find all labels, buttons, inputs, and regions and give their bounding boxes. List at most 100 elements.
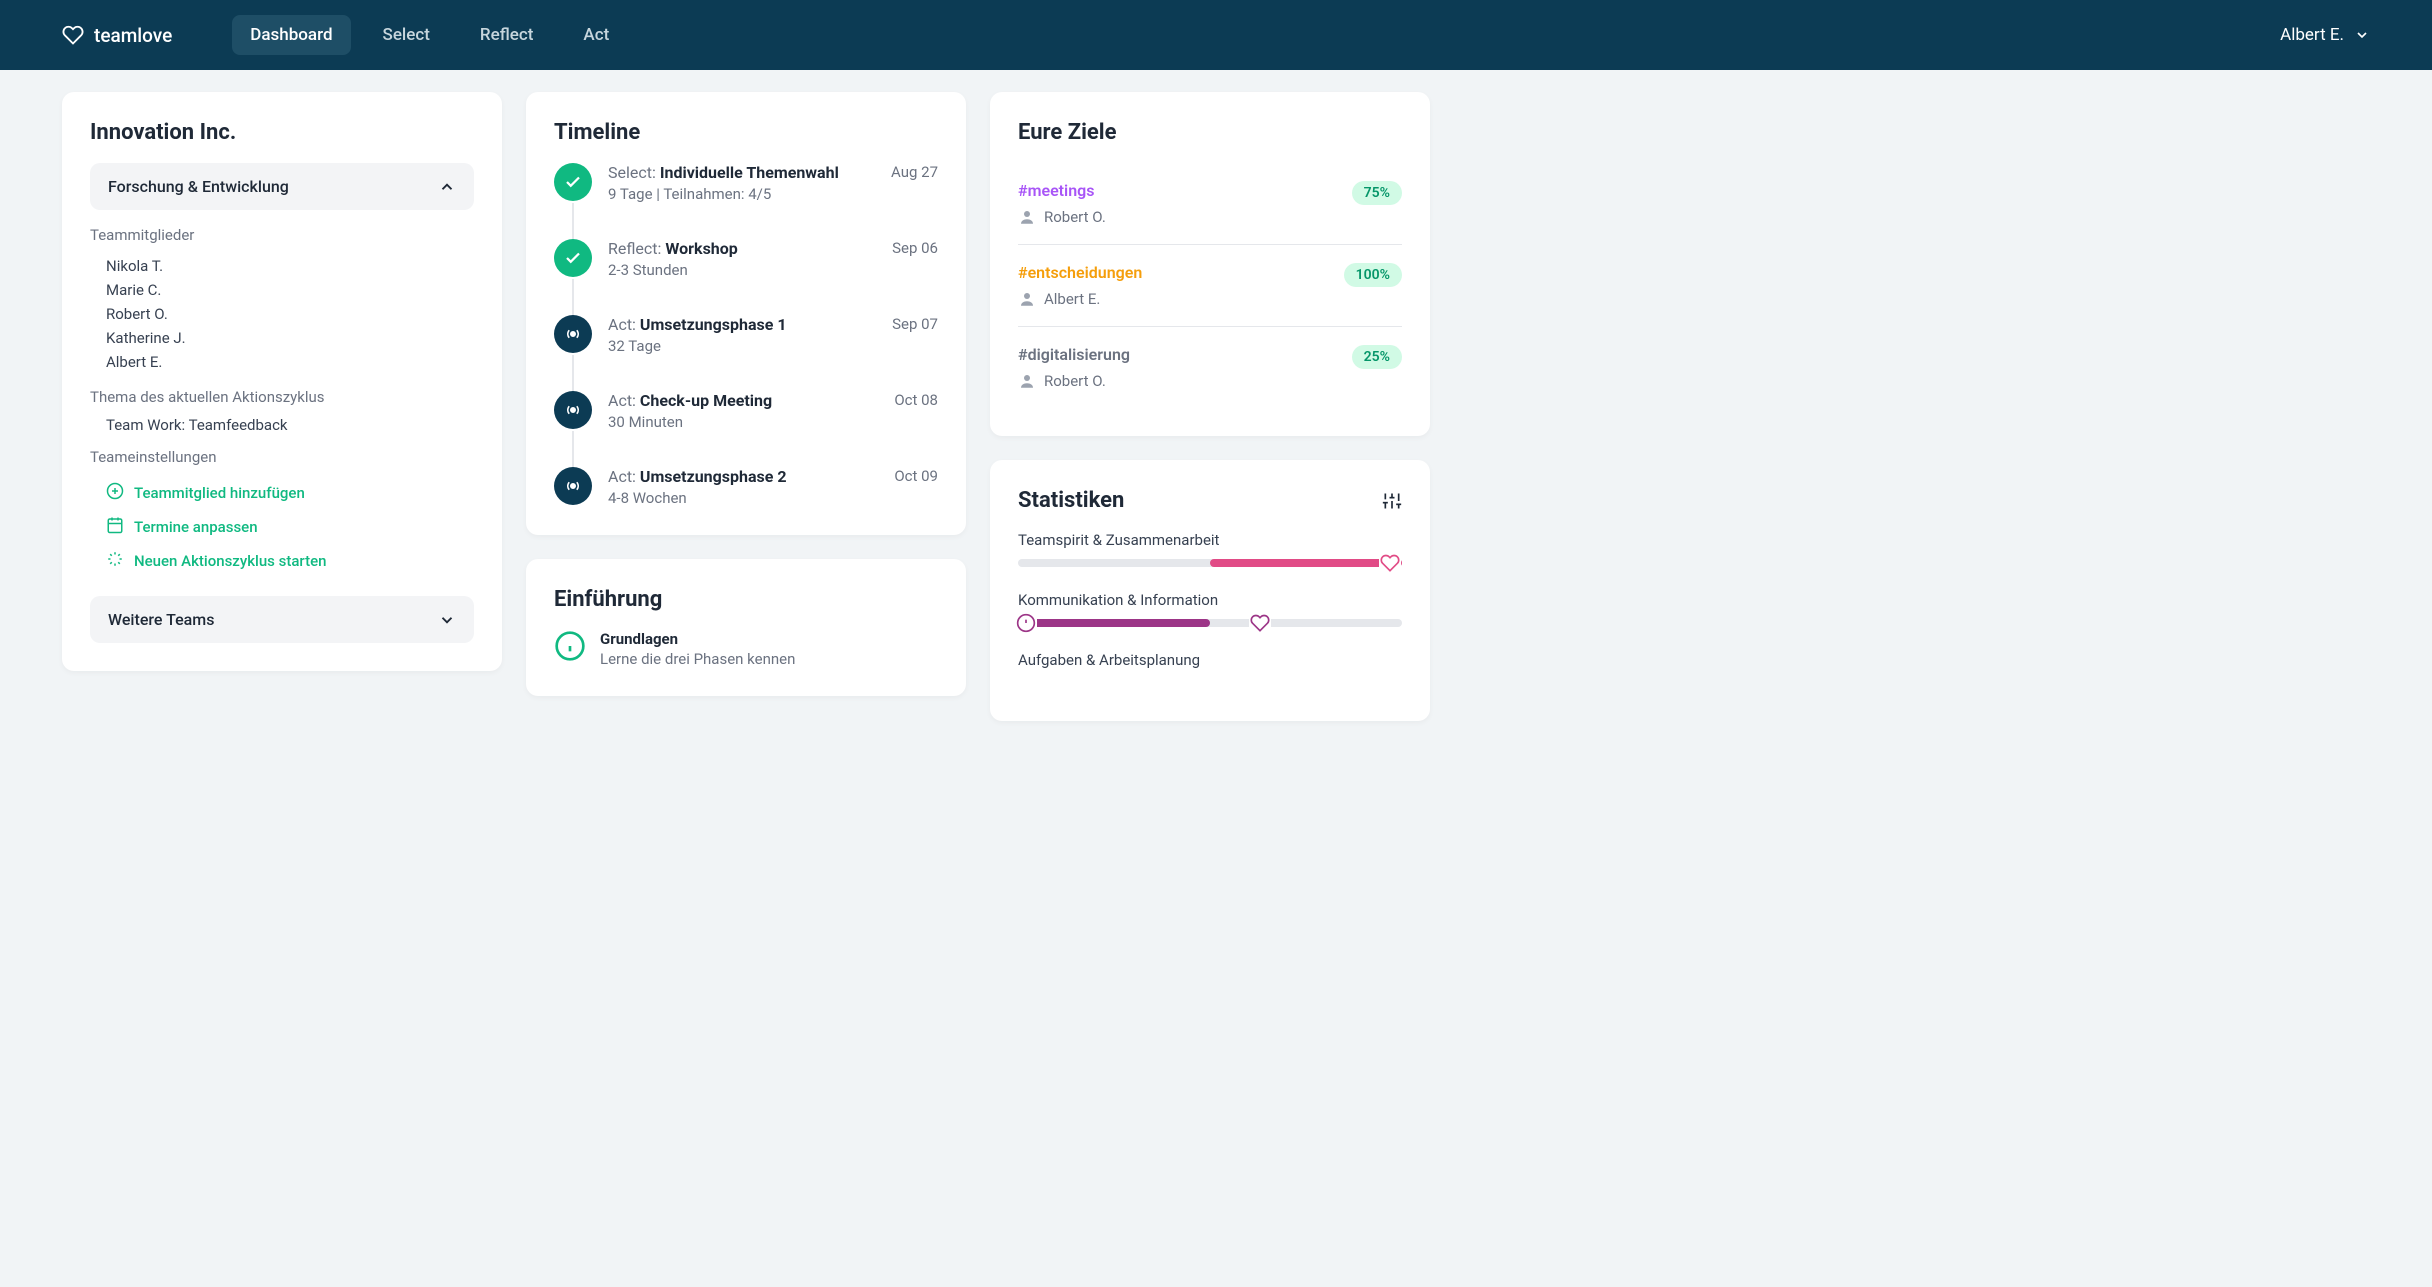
goal-user: Robert O. <box>1018 208 1106 226</box>
timeline-item[interactable]: Act: Umsetzungsphase 2 4-8 Wochen Oct 09 <box>554 467 938 507</box>
intro-item[interactable]: Grundlagen Lerne die drei Phasen kennen <box>554 630 938 668</box>
team-member: Robert O. <box>106 302 474 326</box>
chevron-down-icon <box>438 611 456 629</box>
goal-tag: #meetings <box>1018 181 1106 200</box>
stats-title: Statistiken <box>1018 488 1124 513</box>
team-member: Marie C. <box>106 278 474 302</box>
goal-tag: #digitalisierung <box>1018 345 1130 364</box>
info-icon <box>554 630 586 662</box>
stats-card: Statistiken Teamspirit & Zusammenarbeit … <box>990 460 1430 721</box>
timeline-name: Check-up Meeting <box>640 391 772 410</box>
team-accordion-expanded[interactable]: Forschung & Entwicklung <box>90 163 474 210</box>
goal-percentage: 25% <box>1352 345 1402 369</box>
goal-percentage: 75% <box>1352 181 1402 205</box>
team-member: Katherine J. <box>106 326 474 350</box>
broadcast-icon <box>554 315 592 353</box>
members-label: Teammitglieder <box>90 226 474 244</box>
stat-row: Aufgaben & Arbeitsplanung <box>1018 651 1402 669</box>
stat-bar <box>1018 619 1402 627</box>
timeline-name: Umsetzungsphase 1 <box>640 315 787 334</box>
timeline-date: Sep 06 <box>892 239 938 279</box>
intro-card: Einführung Grundlagen Lerne die drei Pha… <box>526 559 966 696</box>
sparkle-icon <box>106 550 124 572</box>
timeline-date: Aug 27 <box>891 163 938 203</box>
stat-row: Kommunikation & Information <box>1018 591 1402 627</box>
heart-icon <box>1379 552 1401 574</box>
user-icon <box>1018 208 1036 226</box>
timeline-phase: Reflect: <box>608 239 665 258</box>
app-header: teamlove Dashboard Select Reflect Act Alber… <box>0 0 2432 70</box>
topic-value: Team Work: Teamfeedback <box>90 416 474 434</box>
intro-item-sub: Lerne die drei Phasen kennen <box>600 650 795 668</box>
timeline-phase: Act: <box>608 467 640 486</box>
stat-row: Teamspirit & Zusammenarbeit <box>1018 531 1402 567</box>
goal-item[interactable]: #meetings Robert O. 75% <box>1018 163 1402 245</box>
logo[interactable]: teamlove <box>62 24 172 47</box>
goal-user: Albert E. <box>1018 290 1142 308</box>
team-name: Forschung & Entwicklung <box>108 177 289 196</box>
setting-link[interactable]: Termine anpassen <box>90 510 474 544</box>
intro-item-title: Grundlagen <box>600 630 795 648</box>
nav-item-reflect[interactable]: Reflect <box>462 15 552 55</box>
heart-icon <box>62 24 84 46</box>
heart-icon <box>1249 612 1271 634</box>
nav-item-select[interactable]: Select <box>365 15 448 55</box>
alert-icon <box>1015 612 1037 634</box>
timeline-date: Oct 09 <box>894 467 938 507</box>
timeline-name: Umsetzungsphase 2 <box>640 467 787 486</box>
timeline-item[interactable]: Select: Individuelle Themenwahl 9 Tage |… <box>554 163 938 239</box>
setting-label: Teammitglied hinzufügen <box>134 484 305 502</box>
main-nav: Dashboard Select Reflect Act <box>232 15 627 55</box>
stat-bar <box>1018 559 1402 567</box>
stat-label: Kommunikation & Information <box>1018 591 1402 609</box>
timeline-date: Oct 08 <box>894 391 938 431</box>
timeline-phase: Act: <box>608 391 640 410</box>
company-title: Innovation Inc. <box>90 120 474 145</box>
timeline-title: Timeline <box>554 120 938 145</box>
goals-card: Eure Ziele #meetings Robert O. 75% #ents… <box>990 92 1430 436</box>
user-icon <box>1018 290 1036 308</box>
user-name: Albert E. <box>2280 25 2344 45</box>
member-list: Nikola T.Marie C.Robert O.Katherine J.Al… <box>90 254 474 374</box>
user-menu[interactable]: Albert E. <box>2280 25 2370 45</box>
timeline-name: Individuelle Themenwahl <box>660 163 839 182</box>
timeline-item[interactable]: Act: Umsetzungsphase 1 32 Tage Sep 07 <box>554 315 938 391</box>
timeline-phase: Act: <box>608 315 640 334</box>
settings-label: Teameinstellungen <box>90 448 474 466</box>
broadcast-icon <box>554 391 592 429</box>
timeline-phase: Select: <box>608 163 660 182</box>
team-member: Nikola T. <box>106 254 474 278</box>
nav-item-act[interactable]: Act <box>565 15 627 55</box>
nav-item-dashboard[interactable]: Dashboard <box>232 15 350 55</box>
topic-label: Thema des aktuellen Aktionszyklus <box>90 388 474 406</box>
timeline-sub: 32 Tage <box>608 337 876 355</box>
timeline-sub: 30 Minuten <box>608 413 878 431</box>
stat-label: Teamspirit & Zusammenarbeit <box>1018 531 1402 549</box>
setting-label: Neuen Aktionszyklus starten <box>134 552 326 570</box>
user-icon <box>1018 372 1036 390</box>
timeline-sub: 4-8 Wochen <box>608 489 878 507</box>
setting-link[interactable]: Teammitglied hinzufügen <box>90 476 474 510</box>
stat-label: Aufgaben & Arbeitsplanung <box>1018 651 1402 669</box>
chevron-down-icon <box>2354 27 2370 43</box>
plus-circle-icon <box>106 482 124 504</box>
timeline-name: Workshop <box>665 239 737 258</box>
setting-label: Termine anpassen <box>134 518 258 536</box>
check-icon <box>554 163 592 201</box>
timeline-sub: 2-3 Stunden <box>608 261 876 279</box>
timeline-sub: 9 Tage | Teilnahmen: 4/5 <box>608 185 875 203</box>
goal-item[interactable]: #digitalisierung Robert O. 25% <box>1018 327 1402 408</box>
other-teams-label: Weitere Teams <box>108 610 214 629</box>
goal-item[interactable]: #entscheidungen Albert E. 100% <box>1018 245 1402 327</box>
timeline-item[interactable]: Reflect: Workshop 2-3 Stunden Sep 06 <box>554 239 938 315</box>
intro-title: Einführung <box>554 587 938 612</box>
timeline-card: Timeline Select: Individuelle Themenwahl… <box>526 92 966 535</box>
goal-percentage: 100% <box>1344 263 1402 287</box>
broadcast-icon <box>554 467 592 505</box>
timeline-item[interactable]: Act: Check-up Meeting 30 Minuten Oct 08 <box>554 391 938 467</box>
calendar-icon <box>106 516 124 538</box>
settings-sliders-icon[interactable] <box>1382 491 1402 511</box>
chevron-up-icon <box>438 178 456 196</box>
other-teams-accordion[interactable]: Weitere Teams <box>90 596 474 643</box>
setting-link[interactable]: Neuen Aktionszyklus starten <box>90 544 474 578</box>
